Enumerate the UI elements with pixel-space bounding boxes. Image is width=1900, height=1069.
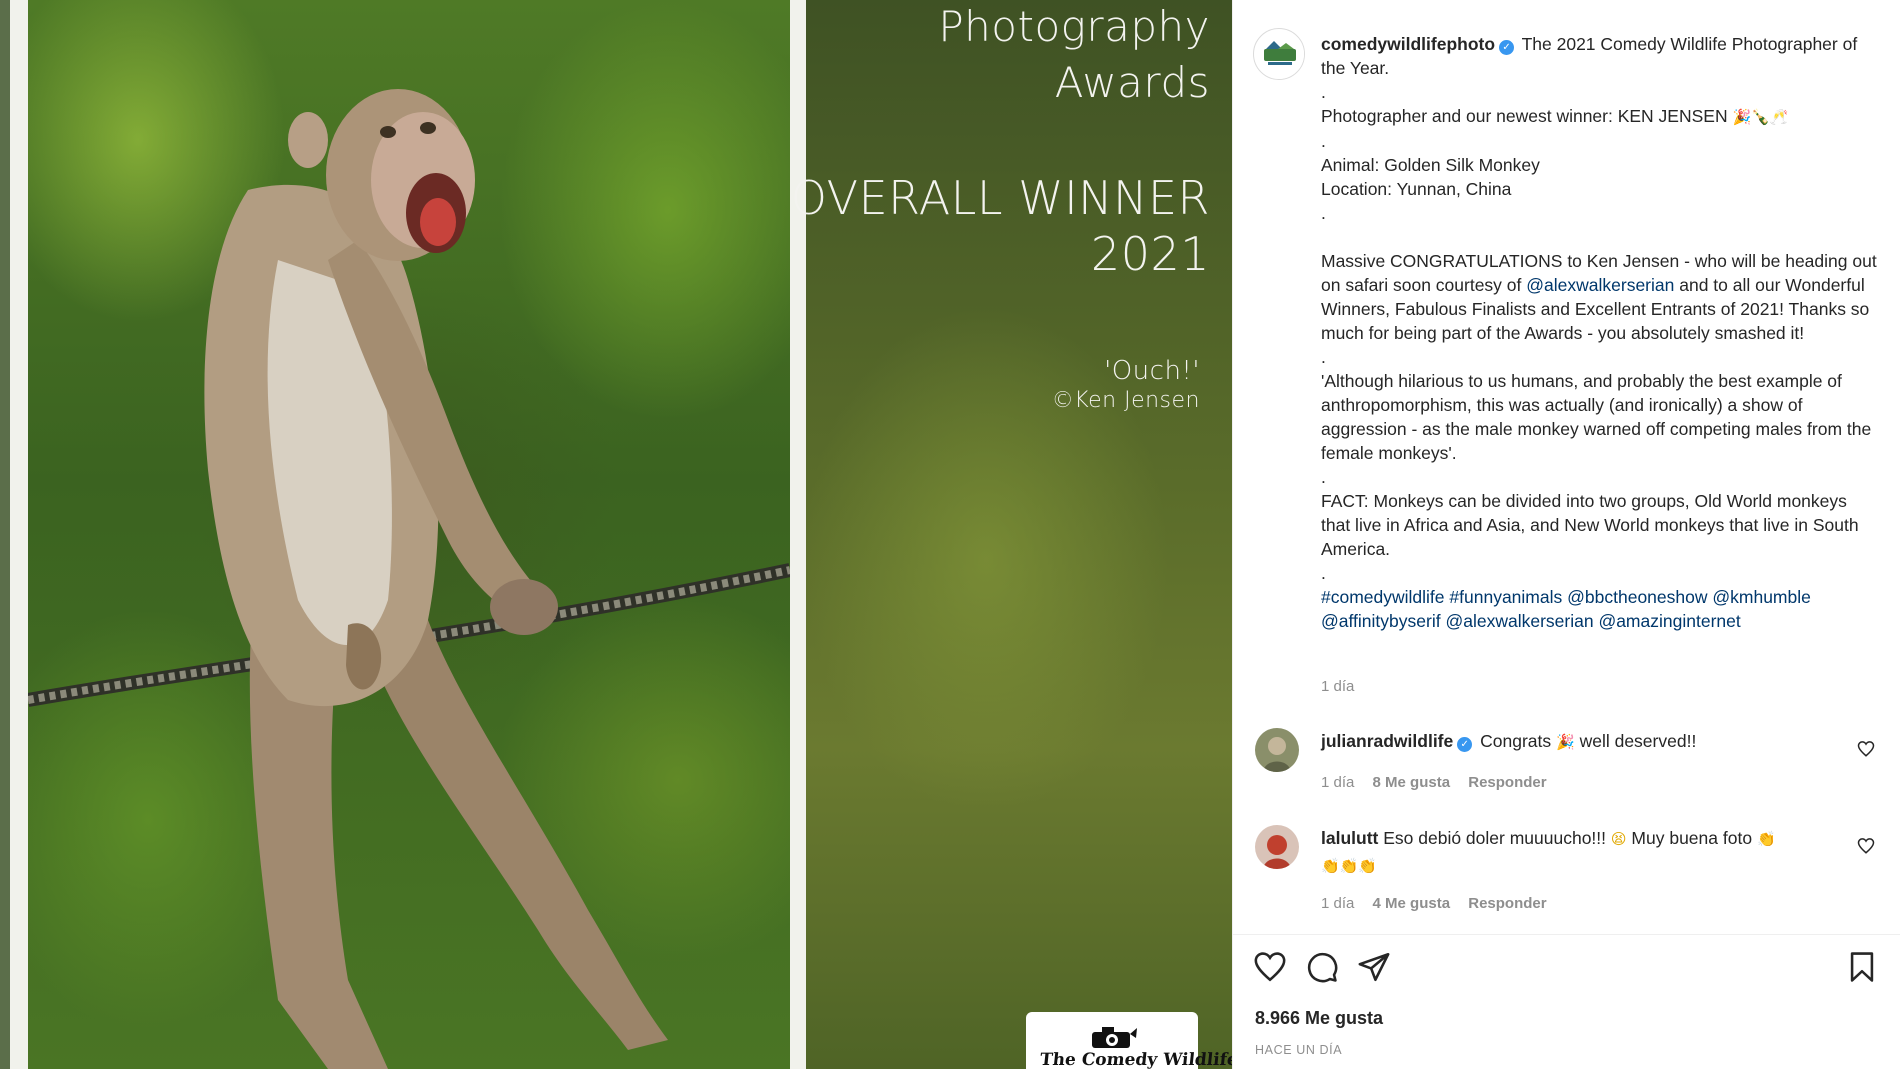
caption-location: Location: Yunnan, China [1321, 179, 1512, 199]
comments-scroll-area[interactable]: comedywildlifephoto ✓ The 2021 Comedy Wil… [1233, 0, 1900, 934]
post-photo[interactable]: Photography Awards OVERALL WINNER 2021 '… [0, 0, 1232, 1069]
avatar-photo [1255, 728, 1299, 772]
mention-link[interactable]: @alexwalkerserian [1526, 275, 1674, 295]
comment-reply-button[interactable]: Responder [1468, 774, 1546, 791]
award-year: 2021 [1090, 227, 1210, 281]
party-popper-icon: 🎉 [1556, 733, 1575, 751]
avatar-photo [1255, 825, 1299, 869]
comment-heart-icon[interactable] [1857, 837, 1875, 855]
logo-text: The Comedy Wildlife [1038, 1050, 1232, 1069]
caption-fact: FACT: Monkeys can be divided into two gr… [1321, 491, 1859, 559]
photo-frame [10, 0, 28, 1069]
caption-blank [1321, 225, 1877, 249]
comment-username[interactable]: julianradwildlife [1321, 731, 1453, 751]
caption-dot: . [1321, 82, 1326, 102]
party-popper-icon: 🎉 [1732, 108, 1752, 126]
commenter-avatar[interactable] [1255, 728, 1299, 772]
photo-title: 'Ouch!' [1104, 356, 1200, 386]
award-heading-line1: Photography [938, 2, 1210, 51]
author-username[interactable]: comedywildlifephoto [1321, 34, 1495, 54]
hashtag-link[interactable]: #comedywildlife [1321, 587, 1445, 607]
photo-background-strip [0, 0, 10, 1069]
caption-dot: . [1321, 131, 1326, 151]
commenter-avatar[interactable] [1255, 825, 1299, 869]
comedy-wildlife-logo: The Comedy Wildlife [1026, 1012, 1232, 1069]
clapping-hands-icon: 👏👏👏 [1321, 857, 1378, 875]
comment-text: lalulutt Eso debió doler muuuucho!!! 😫 M… [1321, 825, 1841, 879]
award-heading-line2: Awards [1054, 58, 1210, 107]
caption-quote: 'Although hilarious to us humans, and pr… [1321, 371, 1872, 463]
caption-dot: . [1321, 467, 1326, 487]
comment-time[interactable]: 1 día [1321, 895, 1354, 912]
share-icon[interactable] [1357, 950, 1391, 984]
monkey-photo [26, 0, 792, 1069]
award-panel [806, 0, 1232, 1069]
comment-body: Congrats [1480, 731, 1552, 751]
mention-link[interactable]: @affinitybyserif [1321, 611, 1441, 631]
comment-body: Eso debió doler muuuucho!!! [1383, 828, 1607, 848]
author-avatar[interactable] [1253, 28, 1305, 80]
verified-badge-icon: ✓ [1457, 737, 1473, 752]
caption-timestamp[interactable]: 1 día [1321, 678, 1354, 695]
bottle-icon: 🍾 [1751, 108, 1770, 126]
comment-text: julianradwildlife ✓ Congrats 🎉 well deser… [1321, 728, 1841, 755]
mention-link[interactable]: @amazinginternet [1598, 611, 1740, 631]
comment-body-continued: well deserved!! [1579, 731, 1697, 751]
monkey-on-rope-illustration [26, 89, 792, 1069]
cheers-icon: 🥂 [1769, 108, 1789, 126]
caption-animal: Animal: Golden Silk Monkey [1321, 155, 1540, 175]
mention-link[interactable]: @bbctheoneshow [1567, 587, 1707, 607]
comment-meta: 1 día 4 Me gusta Responder [1321, 895, 1561, 912]
caption-tags: #comedywildlife #funnyanimals @bbctheone… [1321, 585, 1877, 633]
post-caption: comedywildlifephoto ✓ The 2021 Comedy Wil… [1321, 32, 1877, 633]
bookmark-icon[interactable] [1845, 950, 1879, 984]
clapping-hands-icon: 👏 [1756, 830, 1776, 848]
winner-line: Photographer and our newest winner: KEN … [1321, 106, 1728, 126]
caption-dot: . [1321, 347, 1326, 367]
heart-icon[interactable] [1253, 950, 1287, 984]
comment-meta: 1 día 8 Me gusta Responder [1321, 774, 1561, 791]
comment-time[interactable]: 1 día [1321, 774, 1354, 791]
caption-dot: . [1321, 203, 1326, 223]
hashtag-link[interactable]: #funnyanimals [1449, 587, 1562, 607]
comment-heart-icon[interactable] [1857, 740, 1875, 758]
comment-username[interactable]: lalulutt [1321, 828, 1378, 848]
comment-likes[interactable]: 4 Me gusta [1373, 895, 1451, 912]
mention-link[interactable]: @kmhumble [1712, 587, 1811, 607]
camera-logo-icon [1092, 1027, 1137, 1048]
caption-dot: . [1321, 563, 1326, 583]
verified-badge-icon: ✓ [1499, 40, 1515, 55]
actions-divider [1233, 934, 1900, 935]
author-logo-icon [1255, 30, 1304, 79]
comment-body-continued: Muy buena foto [1631, 828, 1753, 848]
likes-count[interactable]: 8.966 Me gusta [1255, 1008, 1383, 1029]
photo-credit: ©Ken Jensen [1051, 388, 1200, 413]
photo-frame-divider [790, 0, 806, 1069]
overall-winner-label: OVERALL WINNER [790, 171, 1210, 225]
post-timestamp[interactable]: HACE UN DÍA [1255, 1043, 1342, 1057]
post-sidebar: comedywildlifephoto ✓ The 2021 Comedy Wil… [1232, 0, 1900, 1069]
comment-icon[interactable] [1305, 950, 1339, 984]
comment-likes[interactable]: 8 Me gusta [1373, 774, 1451, 791]
mention-link[interactable]: @alexwalkerserian [1445, 611, 1593, 631]
comment-reply-button[interactable]: Responder [1468, 895, 1546, 912]
tired-face-icon: 😫 [1610, 830, 1627, 848]
